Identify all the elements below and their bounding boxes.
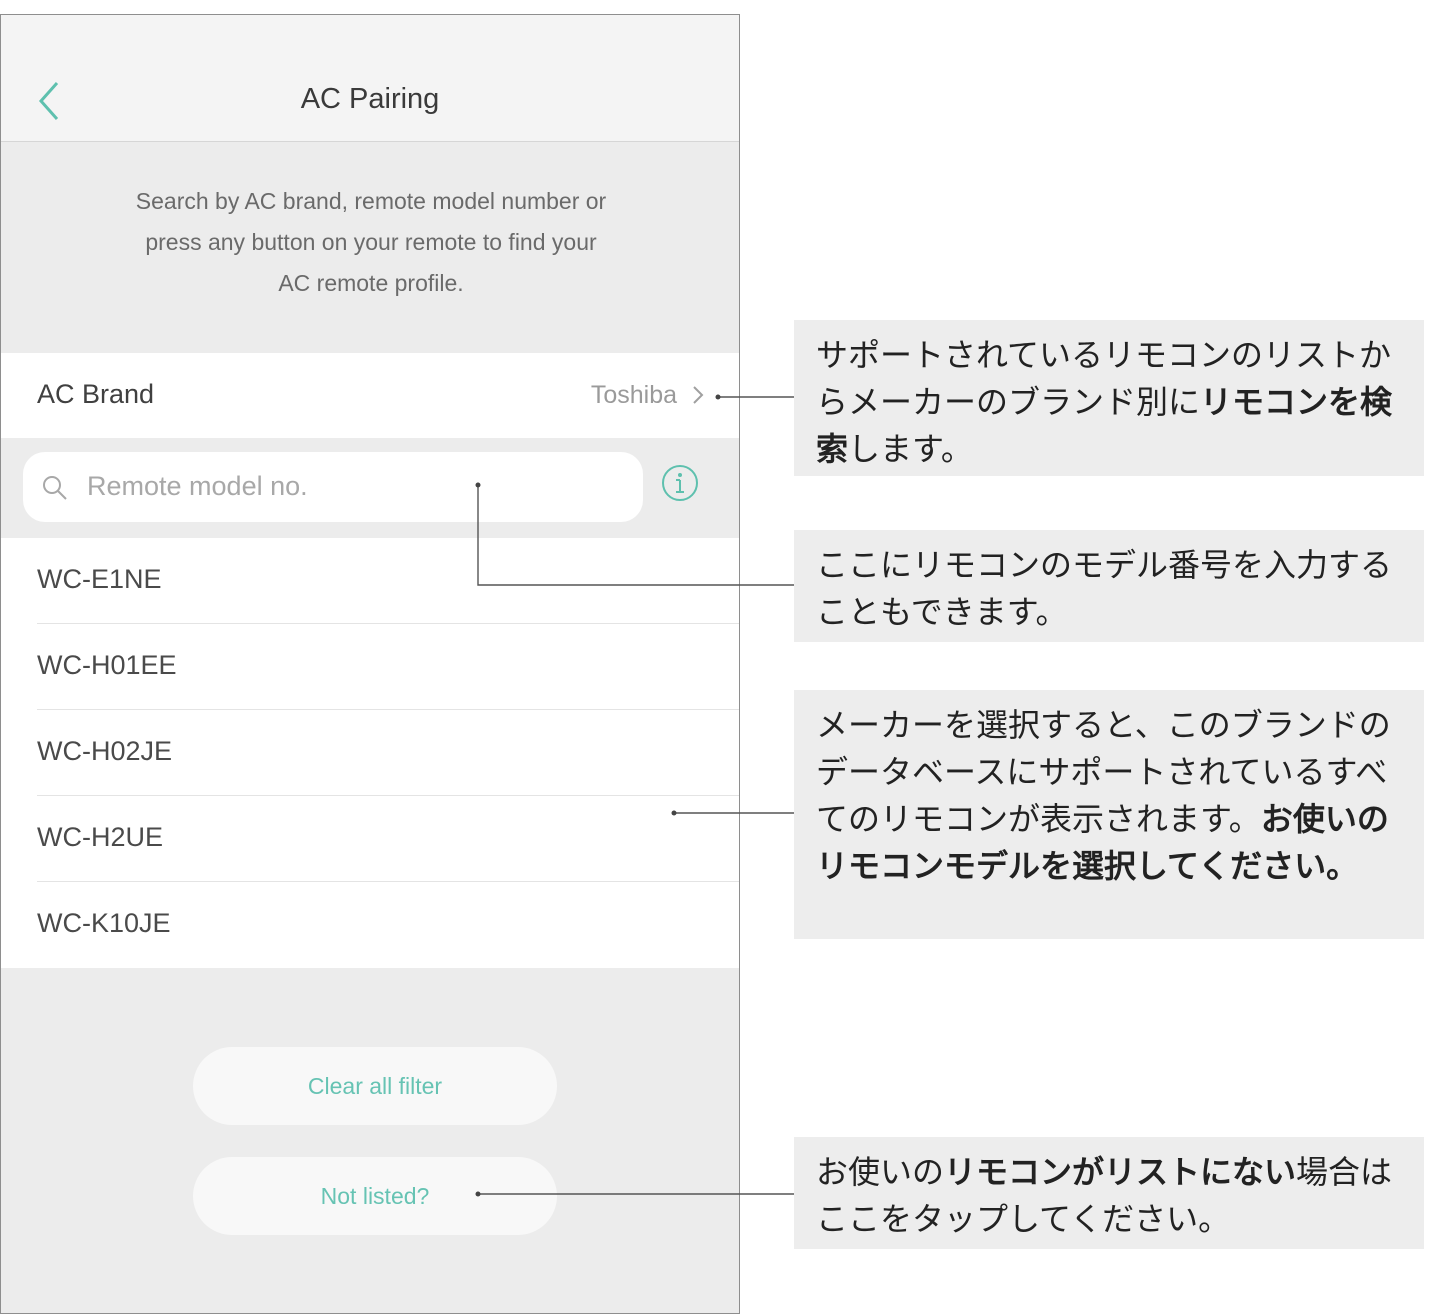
callout-model-input: ここにリモコンのモデル番号を入力することもできます。 bbox=[794, 530, 1424, 642]
instructions-line: AC remote profile. bbox=[278, 270, 464, 296]
callout-not-listed: お使いのリモコンがリストにない場合はここをタップしてください。 bbox=[794, 1137, 1424, 1249]
not-listed-button[interactable]: Not listed? bbox=[193, 1157, 557, 1235]
list-item[interactable]: WC-E1NE bbox=[1, 538, 739, 624]
list-item[interactable]: WC-H01EE bbox=[1, 624, 739, 710]
callout-model-list: メーカーを選択すると、このブランドのデータベースにサポートされているすべてのリモ… bbox=[794, 690, 1424, 939]
callout-text: お使いの bbox=[816, 1153, 945, 1191]
chevron-right-icon bbox=[693, 386, 704, 404]
info-icon[interactable] bbox=[661, 464, 699, 502]
search-area: Remote model no. bbox=[1, 438, 739, 538]
instructions-line: press any button on your remote to find … bbox=[145, 229, 597, 255]
callout-brand-search: サポートされているリモコンのリストからメーカーのブランド別にリモコンを検索します… bbox=[794, 320, 1424, 476]
ac-brand-label: AC Brand bbox=[37, 379, 155, 409]
ac-brand-row[interactable]: AC Brand Toshiba bbox=[1, 353, 739, 438]
callout-bold-text: リモコンがリストにない bbox=[944, 1153, 1297, 1191]
instructions-line: Search by AC brand, remote model number … bbox=[135, 188, 607, 214]
list-item[interactable]: WC-K10JE bbox=[1, 882, 739, 968]
model-label: WC-H02JE bbox=[37, 736, 173, 766]
model-label: WC-K10JE bbox=[37, 908, 171, 938]
model-label: WC-H2UE bbox=[37, 822, 163, 852]
remote-model-search-input[interactable]: Remote model no. bbox=[23, 452, 643, 522]
nav-bar: AC Pairing bbox=[1, 15, 739, 142]
callout-text: ここにリモコンのモデル番号を入力することもできます。 bbox=[816, 546, 1393, 631]
model-label: WC-E1NE bbox=[37, 564, 162, 594]
callout-text: します。 bbox=[848, 430, 973, 468]
phone-screen: AC Pairing Search by AC brand, remote mo… bbox=[0, 14, 740, 1314]
clear-all-filter-button[interactable]: Clear all filter bbox=[193, 1047, 557, 1125]
remote-model-list: WC-E1NE WC-H01EE WC-H02JE WC-H2UE WC-K10… bbox=[1, 538, 739, 968]
search-placeholder: Remote model no. bbox=[87, 471, 308, 501]
list-item[interactable]: WC-H02JE bbox=[1, 710, 739, 796]
model-label: WC-H01EE bbox=[37, 650, 177, 680]
page-title: AC Pairing bbox=[300, 83, 440, 115]
list-item[interactable]: WC-H2UE bbox=[1, 796, 739, 882]
search-icon bbox=[43, 476, 67, 500]
ac-brand-value: Toshiba bbox=[590, 381, 677, 409]
instructions-text: Search by AC brand, remote model number … bbox=[61, 181, 681, 304]
